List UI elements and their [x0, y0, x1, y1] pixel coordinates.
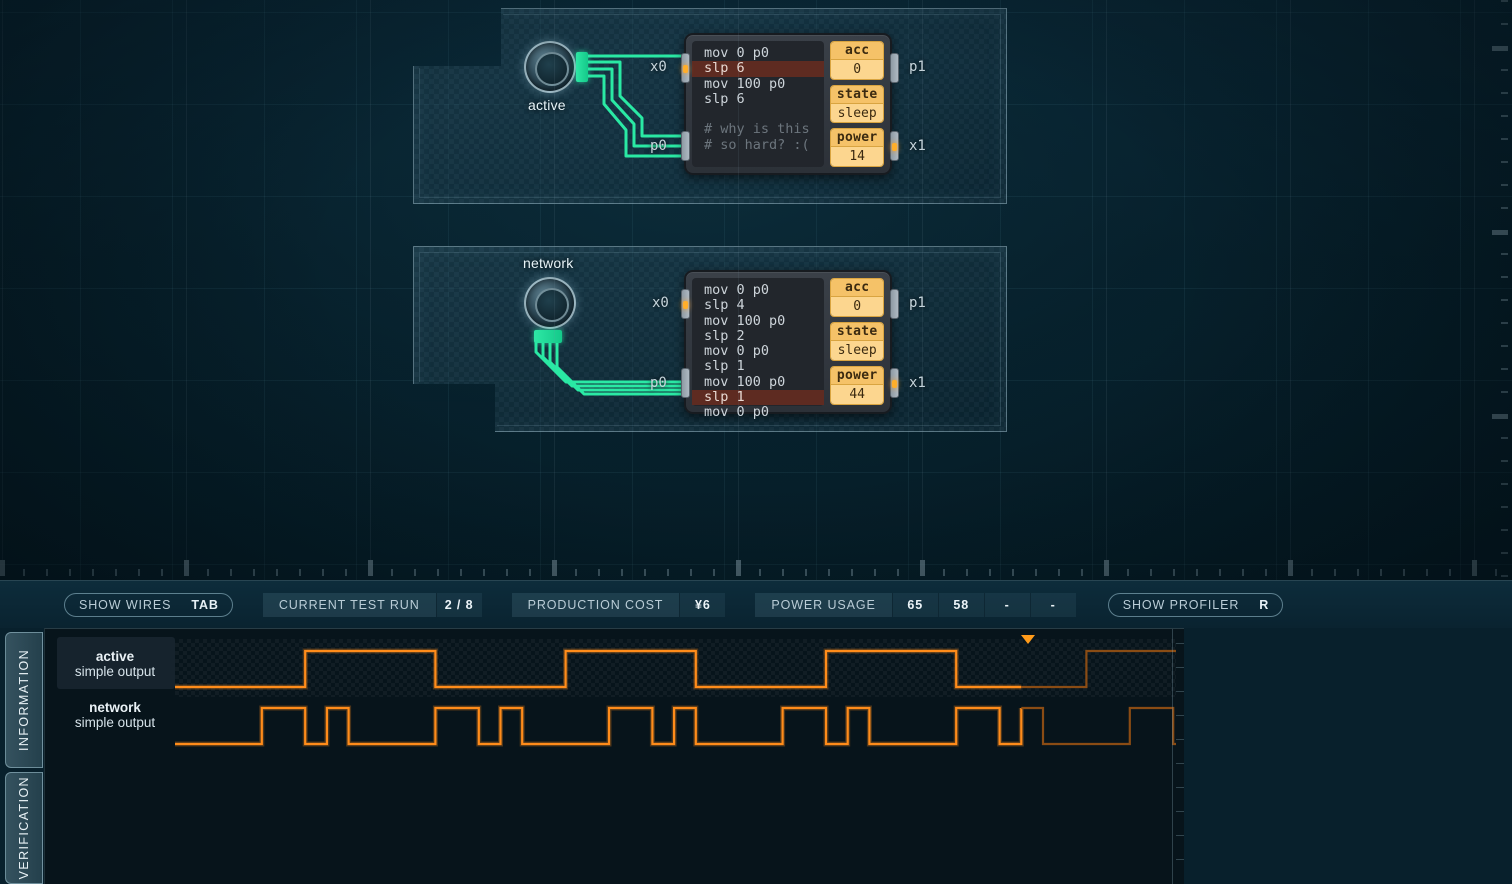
schematic-canvas[interactable]: active network mov 0 p0 slp 6 mov 100 p0… [0, 0, 1512, 580]
port-pad-x1-network[interactable] [890, 368, 899, 398]
show-wires-key: TAB [191, 597, 219, 612]
register-power: power 44 [830, 366, 884, 405]
show-profiler-button[interactable]: SHOW PROFILER R [1107, 592, 1284, 617]
register-state-value: sleep [831, 103, 883, 123]
waveform-scope[interactable]: active simple output network simple outp… [44, 628, 1184, 884]
port-label-p0-network: p0 [650, 375, 667, 391]
power-usage-value-2: 58 [937, 592, 984, 617]
port-pad-p1-network[interactable] [890, 289, 899, 319]
playhead-marker[interactable] [1021, 635, 1035, 644]
register-state-name: state [831, 323, 883, 341]
code-line[interactable]: slp 1 [692, 359, 824, 375]
port-pad-p0-network[interactable] [681, 368, 690, 398]
show-profiler-key: R [1259, 597, 1270, 612]
code-line-active-instruction[interactable]: slp 1 [692, 389, 825, 406]
code-editor-network[interactable]: mov 0 p0 slp 4 mov 100 p0 slp 2 mov 0 p0… [692, 278, 825, 420]
register-power-value: 14 [831, 147, 883, 167]
knob-active-stem [576, 52, 588, 82]
port-pad-x0-active[interactable] [681, 53, 690, 83]
knob-active-label: active [528, 97, 566, 113]
register-acc-name: acc [831, 279, 883, 297]
show-wires-label: SHOW WIRES [79, 597, 172, 612]
knob-active[interactable] [524, 41, 576, 93]
sidebar-tab-information[interactable]: INFORMATION [5, 632, 43, 768]
sidebar-tab-information-label: INFORMATION [17, 649, 31, 751]
register-state-value: sleep [831, 341, 883, 360]
lower-panel: INFORMATION VERIFICATION active simple o… [0, 628, 1512, 884]
port-label-p1-network: p1 [909, 295, 926, 311]
code-line[interactable]: mov 100 p0 [692, 313, 824, 329]
register-acc: acc 0 [830, 278, 884, 317]
register-acc-name: acc [831, 42, 883, 60]
code-line-comment[interactable]: # so hard? :( [692, 137, 824, 153]
current-test-run-value: 2 / 8 [435, 592, 482, 617]
canvas-ruler-bottom [0, 0, 1512, 580]
port-label-x1-active: x1 [909, 138, 926, 154]
register-power: power 14 [830, 128, 884, 168]
production-cost-label: PRODUCTION COST [511, 592, 680, 617]
register-power-name: power [831, 129, 883, 148]
code-line[interactable]: mov 0 p0 [692, 282, 824, 298]
port-label-x1-network: x1 [909, 375, 926, 391]
code-line-comment[interactable]: # why is this [692, 122, 824, 138]
code-line[interactable]: slp 4 [692, 297, 824, 313]
current-test-run-label: CURRENT TEST RUN [262, 592, 436, 617]
code-line[interactable]: mov 0 p0 [692, 405, 824, 421]
code-line-active-instruction[interactable]: slp 6 [692, 60, 825, 77]
register-state: state sleep [830, 322, 884, 361]
code-line[interactable]: mov 100 p0 [692, 374, 824, 390]
code-module-network[interactable]: mov 0 p0 slp 4 mov 100 p0 slp 2 mov 0 p0… [684, 270, 892, 420]
register-acc-value: 0 [831, 297, 883, 316]
knob-network-stem [534, 330, 562, 343]
port-label-x0-network: x0 [652, 295, 669, 311]
port-pad-x0-network[interactable] [681, 289, 690, 319]
power-usage-label: POWER USAGE [755, 592, 892, 617]
power-usage: POWER USAGE 65 58 - - [755, 592, 1076, 617]
knob-network[interactable] [524, 277, 576, 329]
register-acc: acc 0 [830, 41, 884, 80]
production-cost-value: ¥6 [679, 592, 726, 617]
code-line[interactable]: mov 100 p0 [692, 76, 824, 92]
knob-network-label: network [523, 255, 574, 271]
show-profiler-label: SHOW PROFILER [1122, 597, 1240, 612]
production-cost: PRODUCTION COST ¥6 [511, 592, 726, 617]
sidebar-tab-verification-label: VERIFICATION [17, 776, 31, 880]
register-acc-value: 0 [831, 60, 883, 79]
code-line[interactable]: mov 0 p0 [692, 45, 824, 61]
port-label-x0-active: x0 [650, 59, 667, 75]
power-usage-value-3: - [983, 592, 1030, 617]
app-root: active network mov 0 p0 slp 6 mov 100 p0… [0, 0, 1512, 884]
register-state-name: state [831, 85, 883, 104]
code-line[interactable]: mov 0 p0 [692, 343, 824, 359]
register-panel-network: acc 0 state sleep power 44 [830, 278, 884, 406]
sidebar-tab-verification[interactable]: VERIFICATION [5, 772, 43, 884]
power-usage-value-4: - [1029, 592, 1076, 617]
register-power-value: 44 [831, 385, 883, 404]
code-line[interactable]: slp 2 [692, 328, 824, 344]
code-editor-active[interactable]: mov 0 p0 slp 6 mov 100 p0 slp 6 # why is… [692, 41, 825, 167]
port-pad-p1-active[interactable] [890, 53, 899, 83]
canvas-ruler-right [1486, 0, 1512, 580]
register-state: state sleep [830, 84, 884, 124]
port-pad-x1-active[interactable] [890, 131, 899, 161]
code-module-active[interactable]: mov 0 p0 slp 6 mov 100 p0 slp 6 # why is… [684, 33, 892, 175]
port-label-p1-active: p1 [909, 59, 926, 75]
port-pad-p0-active[interactable] [681, 131, 690, 161]
register-power-name: power [831, 367, 883, 385]
code-line[interactable]: slp 6 [692, 91, 824, 107]
waveform-traces [175, 648, 1176, 747]
code-line[interactable] [692, 107, 824, 122]
power-usage-value-1: 65 [891, 592, 938, 617]
show-wires-button[interactable]: SHOW WIRES TAB [64, 592, 233, 617]
port-label-p0-active: p0 [650, 138, 667, 154]
scope-tick-marks [1172, 629, 1184, 884]
current-test-run: CURRENT TEST RUN 2 / 8 [262, 592, 482, 617]
status-bar: SHOW WIRES TAB CURRENT TEST RUN 2 / 8 PR… [0, 580, 1512, 628]
register-panel-active: acc 0 state sleep power 14 [830, 41, 884, 168]
